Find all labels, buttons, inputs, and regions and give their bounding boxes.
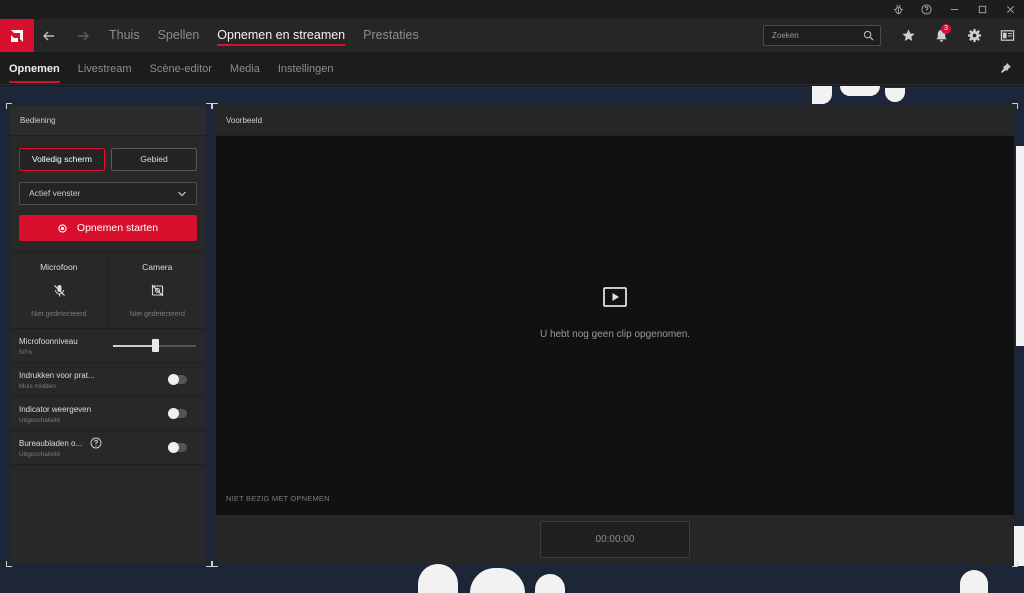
- selection-corner: [1012, 103, 1018, 109]
- account-panel-icon[interactable]: [992, 19, 1022, 52]
- subtab-instellingen[interactable]: Instellingen: [269, 52, 343, 85]
- wallpaper-shape: [812, 86, 832, 104]
- desktop-audio-row: Bureaubladen o... Uitgeschakeld: [10, 431, 206, 465]
- sub-tabs: Opnemen Livestream Scène-editor Media In…: [0, 52, 343, 85]
- device-status: Microfoon Niet gedetecteerd Camera Niet …: [10, 251, 206, 329]
- chevron-down-icon: [178, 191, 186, 197]
- tab-prestaties[interactable]: Prestaties: [354, 19, 428, 52]
- fullscreen-mode-button[interactable]: Volledig scherm: [19, 148, 105, 171]
- desktop-audio-toggle[interactable]: [168, 442, 187, 453]
- notification-badge: 3: [941, 24, 951, 34]
- timer-bar: 00:00:00: [216, 515, 1014, 564]
- show-indicator-label: Indicator weergeven: [19, 405, 92, 414]
- video-play-icon: [603, 287, 627, 307]
- desktop-audio-sub: Uitgeschakeld: [19, 451, 60, 458]
- mic-level-thumb[interactable]: [151, 339, 159, 352]
- microphone-status: Niet gedetecteerd: [31, 311, 87, 318]
- show-indicator-sub: Uitgeschakeld: [19, 417, 60, 424]
- selection-corner: [6, 103, 12, 109]
- search-box: [763, 25, 881, 46]
- bug-icon[interactable]: [884, 0, 912, 19]
- back-arrow-icon[interactable]: [34, 19, 64, 52]
- push-to-talk-label: Indrukken voor prat...: [19, 371, 95, 380]
- toggle-knob: [168, 442, 179, 453]
- search-input[interactable]: [764, 26, 860, 45]
- search-icon[interactable]: [863, 30, 874, 41]
- close-icon[interactable]: [996, 0, 1024, 19]
- start-recording-label: Opnemen starten: [76, 222, 159, 234]
- wallpaper-shape: [840, 86, 880, 96]
- wallpaper-shape: [418, 564, 458, 593]
- wallpaper-shape: [1014, 526, 1024, 566]
- camera-label: Camera: [142, 262, 173, 272]
- amd-logo-icon[interactable]: [0, 19, 34, 52]
- microphone-label: Microfoon: [40, 262, 78, 272]
- toggle-knob: [168, 408, 179, 419]
- notifications-bell-icon[interactable]: 3: [926, 19, 956, 52]
- subtab-scene-editor[interactable]: Scène-editor: [141, 52, 221, 85]
- preview-panel-title: Voorbeeld: [216, 106, 1014, 136]
- favorites-star-icon[interactable]: [893, 19, 923, 52]
- recording-timer: 00:00:00: [540, 521, 690, 558]
- wallpaper-shape: [960, 570, 988, 593]
- controls-panel-title: Bediening: [10, 106, 206, 136]
- camera-device[interactable]: Camera Niet gedetecteerd: [107, 252, 207, 328]
- settings-gear-icon[interactable]: [959, 19, 989, 52]
- start-recording-button[interactable]: Opnemen starten: [19, 215, 197, 241]
- window-select-value: Actief venster: [29, 188, 81, 198]
- tab-thuis[interactable]: Thuis: [100, 19, 149, 52]
- mic-level-slider[interactable]: [113, 339, 196, 352]
- microphone-off-icon: [53, 285, 65, 297]
- window-controls: [884, 0, 1024, 19]
- pin-icon[interactable]: [1000, 62, 1012, 74]
- show-indicator-row: Indicator weergeven Uitgeschakeld: [10, 397, 206, 431]
- tab-spellen[interactable]: Spellen: [149, 19, 209, 52]
- sub-navigation: Opnemen Livestream Scène-editor Media In…: [0, 52, 1024, 85]
- mic-level-row: Microfoonniveau 50%: [10, 329, 206, 363]
- minimize-icon[interactable]: [940, 0, 968, 19]
- main-tabs: Thuis Spellen Opnemen en streamen Presta…: [100, 19, 428, 52]
- selection-corner: [6, 561, 12, 567]
- top-navigation: Thuis Spellen Opnemen en streamen Presta…: [0, 19, 1024, 52]
- desktop-audio-label: Bureaubladen o...: [19, 439, 83, 448]
- region-mode-button[interactable]: Gebied: [111, 148, 197, 171]
- selection-corner: [1012, 561, 1018, 567]
- title-bar: [0, 0, 1024, 19]
- wallpaper-shape: [885, 88, 905, 102]
- wallpaper-shape: [1016, 146, 1024, 346]
- tab-opnemen-en-streamen[interactable]: Opnemen en streamen: [208, 19, 354, 52]
- camera-status: Niet gedetecteerd: [129, 311, 185, 318]
- subtab-media[interactable]: Media: [221, 52, 269, 85]
- wallpaper-shape: [535, 574, 565, 593]
- help-icon[interactable]: [912, 0, 940, 19]
- camera-off-icon: [151, 284, 164, 297]
- mic-level-fill: [113, 345, 155, 347]
- selection-corner: [212, 103, 218, 109]
- selection-corner: [212, 561, 218, 567]
- window-select-dropdown[interactable]: Actief venster: [19, 182, 197, 205]
- preview-panel: Voorbeeld U hebt nog geen clip opgenomen…: [216, 106, 1014, 564]
- subtab-opnemen[interactable]: Opnemen: [0, 52, 69, 85]
- record-icon: [58, 223, 67, 233]
- mic-level-label: Microfoonniveau: [19, 337, 78, 346]
- controls-panel: Bediening Volledig scherm Gebied Actief …: [10, 106, 206, 564]
- no-clip-message: U hebt nog geen clip opgenomen.: [539, 329, 691, 340]
- push-to-talk-row: Indrukken voor prat... Muis midden: [10, 363, 206, 397]
- forward-arrow-icon[interactable]: [68, 19, 98, 52]
- microphone-device[interactable]: Microfoon Niet gedetecteerd: [10, 252, 108, 328]
- maximize-icon[interactable]: [968, 0, 996, 19]
- subtab-livestream[interactable]: Livestream: [69, 52, 141, 85]
- push-to-talk-sub: Muis midden: [19, 383, 56, 390]
- mic-level-value: 50%: [19, 349, 33, 356]
- help-icon[interactable]: [90, 437, 102, 449]
- push-to-talk-toggle[interactable]: [168, 374, 187, 385]
- show-indicator-toggle[interactable]: [168, 408, 187, 419]
- wallpaper-shape: [470, 568, 525, 593]
- recording-workspace: Bediening Volledig scherm Gebied Actief …: [0, 86, 1024, 593]
- recording-status: NIET BEZIG MET OPNEMEN: [226, 494, 330, 503]
- toggle-knob: [168, 374, 179, 385]
